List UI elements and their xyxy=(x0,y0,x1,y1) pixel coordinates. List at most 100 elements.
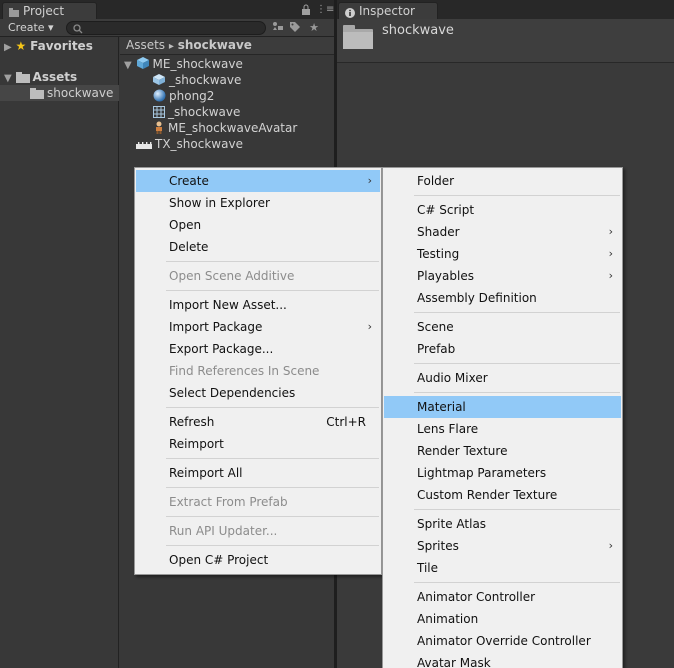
menu-item-avatar-mask[interactable]: Avatar Mask xyxy=(384,652,621,668)
menu-item-label: Open Scene Additive xyxy=(169,269,295,283)
menu-item-label: Open C# Project xyxy=(169,553,269,567)
menu-item-create[interactable]: Create › xyxy=(136,170,380,192)
menu-item-label: Sprites xyxy=(417,539,459,553)
menu-item-animator-override-controller[interactable]: Animator Override Controller xyxy=(384,630,621,652)
collapse-arrow-icon[interactable]: ▼ xyxy=(4,73,12,84)
context-menu: Create › Show in Explorer Open Delete Ope… xyxy=(134,167,382,575)
menu-item-open-csharp-project[interactable]: Open C# Project xyxy=(136,549,380,571)
list-item[interactable]: _shockwave xyxy=(153,104,240,120)
menu-item-tile[interactable]: Tile xyxy=(384,557,621,579)
menu-item-custom-render-texture[interactable]: Custom Render Texture xyxy=(384,484,621,506)
search-icon xyxy=(73,23,83,37)
menu-item-export-package[interactable]: Export Package... xyxy=(136,338,380,360)
menu-item-testing[interactable]: Testing › xyxy=(384,243,621,265)
breadcrumb-root[interactable]: Assets xyxy=(126,38,165,52)
menu-item-assembly-definition[interactable]: Assembly Definition xyxy=(384,287,621,309)
expand-arrow-icon[interactable]: ▶ xyxy=(4,42,12,53)
list-item[interactable]: ME_shockwaveAvatar xyxy=(153,120,297,136)
list-item[interactable]: ▼ ME_shockwave xyxy=(124,56,243,72)
menu-item-label: Reimport All xyxy=(169,466,243,480)
menu-item-label: Extract From Prefab xyxy=(169,495,288,509)
menu-item-label: C# Script xyxy=(417,203,475,217)
menu-item-label: Assembly Definition xyxy=(417,291,537,305)
submenu-arrow-icon: › xyxy=(367,174,372,187)
menu-separator xyxy=(414,312,620,313)
menu-item-import-new-asset[interactable]: Import New Asset... xyxy=(136,294,380,316)
asset-label: _shockwave xyxy=(169,73,242,87)
menu-item-refresh[interactable]: Refresh Ctrl+R xyxy=(136,411,380,433)
menu-item-select-dependencies[interactable]: Select Dependencies xyxy=(136,382,380,404)
menu-item-label: Animator Controller xyxy=(417,590,536,604)
menu-item-scene[interactable]: Scene xyxy=(384,316,621,338)
menu-item-open[interactable]: Open xyxy=(136,214,380,236)
menu-item-render-texture[interactable]: Render Texture xyxy=(384,440,621,462)
menu-item-label: Sprite Atlas xyxy=(417,517,487,531)
menu-item-lightmap-parameters[interactable]: Lightmap Parameters xyxy=(384,462,621,484)
menu-item-shader[interactable]: Shader › xyxy=(384,221,621,243)
menu-item-delete[interactable]: Delete xyxy=(136,236,380,258)
search-input[interactable] xyxy=(66,21,266,35)
menu-item-label: Select Dependencies xyxy=(169,386,296,400)
menu-item-label: Import New Asset... xyxy=(169,298,287,312)
submenu-arrow-icon: › xyxy=(608,225,613,238)
submenu-arrow-icon: › xyxy=(608,269,613,282)
menu-item-csharp-script[interactable]: C# Script xyxy=(384,199,621,221)
menu-item-audio-mixer[interactable]: Audio Mixer xyxy=(384,367,621,389)
menu-item-import-package[interactable]: Import Package › xyxy=(136,316,380,338)
inspector-header: shockwave xyxy=(337,19,674,63)
menu-item-label: Lightmap Parameters xyxy=(417,466,547,480)
tab-inspector[interactable]: Inspector xyxy=(338,2,438,19)
menu-item-label: Create xyxy=(169,174,209,188)
menu-item-animation[interactable]: Animation xyxy=(384,608,621,630)
menu-item-prefab[interactable]: Prefab xyxy=(384,338,621,360)
favorite-star-icon[interactable]: ★ xyxy=(306,21,322,35)
menu-item-sprites[interactable]: Sprites › xyxy=(384,535,621,557)
menu-item-label: Animation xyxy=(417,612,479,626)
menu-item-label: Shader xyxy=(417,225,460,239)
menu-item-reimport-all[interactable]: Reimport All xyxy=(136,462,380,484)
filter-by-type-icon[interactable] xyxy=(270,21,286,35)
menu-item-label: Audio Mixer xyxy=(417,371,488,385)
tree-item-label: shockwave xyxy=(47,86,114,100)
menu-separator xyxy=(166,290,379,291)
menu-item-label: Testing xyxy=(417,247,460,261)
lock-icon[interactable] xyxy=(301,4,311,16)
tree-item-assets[interactable]: ▼ Assets xyxy=(4,69,77,85)
filter-by-label-icon[interactable] xyxy=(287,21,303,35)
menu-item-show-in-explorer[interactable]: Show in Explorer xyxy=(136,192,380,214)
menu-item-label: Avatar Mask xyxy=(417,656,491,668)
list-item[interactable]: TX_shockwave xyxy=(136,136,243,152)
menu-item-material[interactable]: Material xyxy=(384,396,621,418)
menu-item-playables[interactable]: Playables › xyxy=(384,265,621,287)
model-prefab-icon xyxy=(136,56,150,74)
menu-separator xyxy=(414,582,620,583)
breadcrumb-separator: ▸ xyxy=(168,41,174,52)
list-item[interactable]: phong2 xyxy=(153,88,214,104)
menu-separator xyxy=(166,516,379,517)
tab-project[interactable]: Project xyxy=(2,2,97,19)
submenu-arrow-icon: › xyxy=(608,539,613,552)
menu-item-folder[interactable]: Folder xyxy=(384,170,621,192)
menu-item-open-scene-additive: Open Scene Additive xyxy=(136,265,380,287)
asset-label: phong2 xyxy=(169,89,215,103)
menu-item-run-api-updater: Run API Updater... xyxy=(136,520,380,542)
create-dropdown-button[interactable]: Create ▾ xyxy=(2,21,60,36)
list-item[interactable]: _shockwave xyxy=(153,72,241,88)
submenu-arrow-icon: › xyxy=(608,247,613,260)
collapse-arrow-icon[interactable]: ▼ xyxy=(124,60,132,71)
tree-item-shockwave[interactable]: shockwave xyxy=(30,85,113,101)
panel-menu-icon[interactable]: ⋮≡ xyxy=(316,4,334,16)
folder-icon xyxy=(30,87,44,103)
menu-item-extract-from-prefab: Extract From Prefab xyxy=(136,491,380,513)
menu-item-sprite-atlas[interactable]: Sprite Atlas xyxy=(384,513,621,535)
menu-item-label: Show in Explorer xyxy=(169,196,270,210)
menu-separator xyxy=(166,487,379,488)
menu-item-label: Reimport xyxy=(169,437,224,451)
menu-item-label: Open xyxy=(169,218,202,232)
breadcrumb-current[interactable]: shockwave xyxy=(178,38,252,52)
menu-item-reimport[interactable]: Reimport xyxy=(136,433,380,455)
tree-item-favorites[interactable]: ▶ ★ Favorites xyxy=(4,38,93,54)
menu-item-lens-flare[interactable]: Lens Flare xyxy=(384,418,621,440)
menu-item-label: Animator Override Controller xyxy=(417,634,591,648)
menu-item-animator-controller[interactable]: Animator Controller xyxy=(384,586,621,608)
